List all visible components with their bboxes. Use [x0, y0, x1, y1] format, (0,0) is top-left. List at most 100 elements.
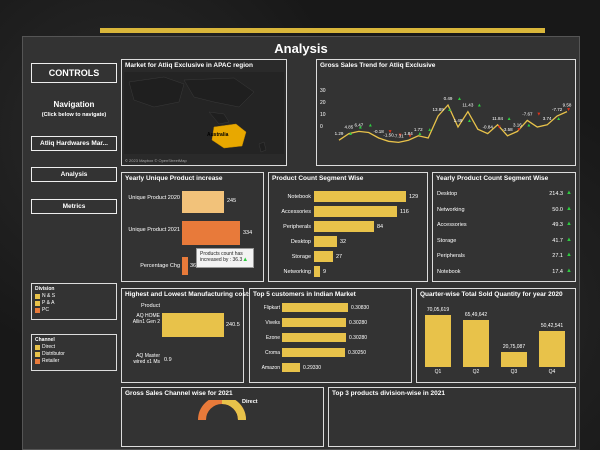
- y-tick: 30: [320, 88, 326, 94]
- manufacturing-panel: Highest and Lowest Manufacturing costs P…: [121, 288, 252, 383]
- tooltip: Products count has increased by : 36.3▲: [196, 248, 254, 268]
- bar-label: Q4: [548, 369, 556, 375]
- quarter-title: Quarter-wise Total Sold Quantity for yea…: [420, 291, 563, 298]
- legend-item[interactable]: Retailer: [35, 358, 113, 365]
- segment-count-title: Product Count Segment Wise: [272, 175, 364, 182]
- trend-y-axis: 30 20 10 0: [320, 85, 326, 133]
- point-label: 11.43: [462, 103, 473, 108]
- legend-item[interactable]: Direct: [35, 344, 113, 351]
- up-arrow-icon: ▲: [348, 131, 353, 137]
- row-label: Desktop: [290, 239, 311, 245]
- row-value: 27.1: [552, 253, 563, 259]
- row-label: Flipkart: [263, 305, 280, 311]
- point-label: -7.31: [393, 133, 404, 138]
- row-label: Notebook: [437, 268, 461, 275]
- bar-value: 245: [227, 198, 237, 204]
- map-canvas[interactable]: [124, 72, 284, 154]
- legend-label: Distributor: [42, 351, 65, 357]
- bar[interactable]: [282, 363, 300, 372]
- bar[interactable]: [501, 352, 527, 367]
- bar-highest[interactable]: [162, 313, 224, 337]
- legend-label: Retailer: [42, 358, 60, 364]
- bar-value: 27: [336, 254, 343, 260]
- bar-value: 65,49,642: [464, 312, 488, 318]
- bar-value: 0.30250: [348, 350, 367, 356]
- bar-value: 70,05,619: [426, 307, 450, 313]
- point-label: 1.84: [404, 131, 413, 136]
- bar[interactable]: [314, 206, 397, 217]
- row-label: Networking: [437, 206, 465, 213]
- bar[interactable]: [463, 320, 489, 367]
- up-arrow-icon: ▲: [242, 257, 249, 263]
- up-arrow-icon: ▲: [447, 107, 452, 113]
- up-arrow-icon: ▲: [507, 116, 512, 122]
- bar-unique-2020[interactable]: [182, 191, 224, 213]
- map-credit: © 2023 Mapbox © OpenStreetMap: [125, 158, 187, 163]
- trend-chart[interactable]: 1.29 ▲4.85 ▲6.47 ▲-0.18 ▼-1.50 ▼-7.31 ▼1.84 ▲1.…: [329, 78, 573, 164]
- row-label: Percentage Chg: [140, 263, 180, 269]
- trend-title: Gross Sales Trend for Atliq Exclusive: [320, 62, 436, 69]
- page-title: Analysis: [274, 41, 328, 56]
- bar[interactable]: [282, 348, 345, 357]
- navigation-title: Navigation: [53, 100, 95, 109]
- nav-button-market[interactable]: Atliq Hardwares Mar...: [31, 136, 117, 151]
- bar-label: Q3: [510, 369, 518, 375]
- row-value: 50.0: [552, 206, 563, 213]
- bar-unique-2021[interactable]: [182, 221, 240, 245]
- tooltip-line: increased by : 36.3: [200, 257, 243, 263]
- legend-swatch: [35, 301, 40, 306]
- bar[interactable]: [314, 221, 374, 232]
- point-label: -0.84: [483, 125, 494, 130]
- bar[interactable]: [539, 331, 565, 367]
- bar-value: 0.30830: [351, 305, 370, 311]
- nav-button-metrics[interactable]: Metrics: [31, 199, 117, 214]
- bar-label: Q1: [434, 369, 442, 375]
- point-label: 13.89: [432, 107, 444, 112]
- legend-label: PC: [42, 307, 49, 313]
- bar-value: 240.5: [226, 322, 240, 328]
- down-arrow-icon: ▼: [497, 125, 502, 131]
- point-label: 4.85: [345, 125, 354, 130]
- legend-item[interactable]: P & A: [35, 300, 113, 307]
- row-label: Viveks: [265, 320, 280, 326]
- top5-panel: Top 5 customers in Indian Market Flipkar…: [249, 288, 412, 383]
- bar[interactable]: [314, 236, 337, 247]
- trend-panel: Gross Sales Trend for Atliq Exclusive 30…: [316, 59, 576, 166]
- row-label: Peripherals: [437, 253, 465, 259]
- up-arrow-icon: ▲: [566, 236, 572, 243]
- yearly-segment-panel: Yearly Product Count Segment Wise Deskto…: [432, 172, 576, 282]
- bar[interactable]: [282, 333, 346, 342]
- up-arrow-icon: ▲: [457, 96, 462, 102]
- division-legend: Division N & S P & A PC: [31, 283, 117, 320]
- row-label: Notebook: [287, 194, 311, 200]
- yearly-unique-panel: Yearly Unique Product increase Unique Pr…: [121, 172, 264, 282]
- channel-legend-title: Channel: [35, 337, 55, 343]
- bar-value: 0.30280: [349, 335, 368, 341]
- point-label: 3.16: [513, 122, 522, 127]
- bar[interactable]: [314, 251, 333, 262]
- legend-item[interactable]: PC: [35, 307, 113, 314]
- bar[interactable]: [282, 318, 346, 327]
- legend-swatch: [35, 352, 40, 357]
- bar[interactable]: [314, 191, 406, 202]
- legend-item[interactable]: Distributor: [35, 351, 113, 358]
- bar-percentage[interactable]: [182, 257, 188, 275]
- map-panel: Market for Atliq Exclusive in APAC regio…: [121, 59, 287, 166]
- top3-title: Top 3 products division-wise in 2021: [332, 390, 445, 397]
- row-label: Storage: [291, 254, 311, 260]
- nav-button-analysis[interactable]: Analysis: [31, 167, 117, 182]
- map-region-label: Australia: [207, 132, 229, 138]
- bar-value: 0.9: [164, 357, 172, 363]
- trend-line: [338, 103, 568, 144]
- legend-swatch: [35, 359, 40, 364]
- point-label: -7.72: [552, 107, 563, 112]
- bar[interactable]: [314, 266, 320, 277]
- bar[interactable]: [425, 315, 451, 367]
- up-arrow-icon: ▲: [566, 252, 572, 258]
- up-arrow-icon: ▲: [477, 103, 482, 109]
- segment-count-panel: Product Count Segment Wise Notebook 129 Ac…: [268, 172, 428, 282]
- point-label: 3.74: [543, 116, 552, 121]
- channel-panel: Gross Sales Channel wise for 2021 Direct: [121, 387, 324, 447]
- bar[interactable]: [282, 303, 348, 312]
- legend-item[interactable]: N & S: [35, 293, 113, 300]
